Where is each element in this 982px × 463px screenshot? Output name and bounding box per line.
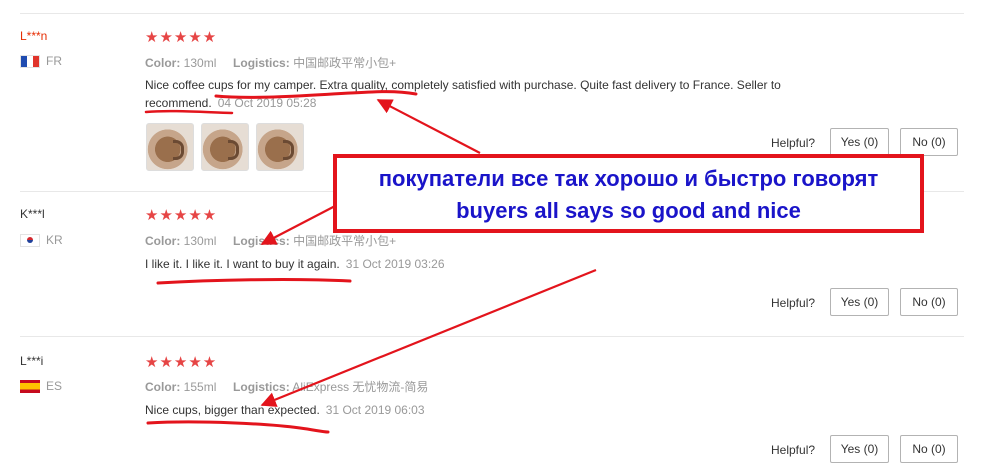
helpful-no-button[interactable]: No (0)	[900, 288, 958, 316]
color-label: Color:	[145, 234, 181, 248]
color-value: 155ml	[183, 380, 217, 394]
reviewer-name: K***l	[20, 207, 45, 221]
logistics-value: 中国邮政平常小包+	[293, 56, 397, 70]
logistics-value: 中国邮政平常小包+	[293, 234, 397, 248]
flag-es-icon	[20, 379, 40, 393]
helpful-yes-button[interactable]: Yes (0)	[830, 435, 889, 463]
logistics-value: AliExpress 无忧物流-简易	[292, 380, 429, 394]
review-meta: Color: 130ml Logistics: 中国邮政平常小包+	[145, 54, 396, 71]
color-label: Color:	[145, 56, 181, 70]
helpful-no-button[interactable]: No (0)	[900, 128, 958, 156]
helpful-yes-button[interactable]: Yes (0)	[830, 288, 889, 316]
color-label: Color:	[145, 380, 181, 394]
review-body: I like it. I like it. I want to buy it a…	[145, 257, 340, 271]
review-meta: Color: 155ml Logistics: AliExpress 无忧物流-…	[145, 378, 428, 395]
reviewer-country: FR	[20, 54, 62, 68]
review-photo-thumbnail[interactable]	[201, 123, 249, 171]
logistics-label: Logistics:	[233, 234, 290, 248]
divider	[20, 13, 964, 14]
helpful-no-button[interactable]: No (0)	[900, 435, 958, 463]
helpful-label: Helpful?	[771, 296, 816, 310]
annotation-underline	[156, 278, 352, 285]
review-date: 31 Oct 2019 03:26	[345, 257, 445, 271]
review-photo-thumbnail[interactable]	[146, 123, 194, 171]
star-rating: ★★★★★	[145, 354, 218, 371]
star-rating: ★★★★★	[145, 29, 218, 46]
review-date: 04 Oct 2019 05:28	[217, 96, 317, 110]
flag-kr-icon	[20, 233, 40, 247]
flag-fr-icon	[20, 54, 40, 68]
reviewer-country: KR	[20, 233, 63, 247]
country-code: ES	[46, 379, 63, 393]
reviewer-name: L***i	[20, 354, 44, 368]
color-value: 130ml	[183, 234, 217, 248]
reviewer-country: ES	[20, 379, 62, 393]
review-photo-thumbnail[interactable]	[256, 123, 304, 171]
annotation-callout: покупатели все так хорошо и быстро говор…	[333, 154, 924, 233]
callout-russian-text: покупатели все так хорошо и быстро говор…	[378, 166, 879, 191]
annotation-underline	[146, 420, 330, 434]
review-text: I like it. I like it. I want to buy it a…	[145, 255, 865, 273]
review-text: Nice cups, bigger than expected. 31 Oct 2…	[145, 401, 865, 419]
reviewer-name: L***n	[20, 29, 48, 43]
star-rating: ★★★★★	[145, 207, 218, 224]
color-value: 130ml	[183, 56, 217, 70]
review-meta: Color: 130ml Logistics: 中国邮政平常小包+	[145, 232, 396, 249]
logistics-label: Logistics:	[233, 56, 290, 70]
logistics-label: Logistics:	[233, 380, 290, 394]
callout-english-text: buyers all says so good and nice	[456, 198, 801, 223]
review-date: 31 Oct 2019 06:03	[325, 403, 425, 417]
country-code: FR	[46, 54, 62, 68]
review-body: Nice cups, bigger than expected.	[145, 403, 320, 417]
review-text: Nice coffee cups for my camper. Extra qu…	[145, 76, 865, 112]
helpful-label: Helpful?	[771, 136, 816, 150]
country-code: KR	[46, 233, 63, 247]
helpful-yes-button[interactable]: Yes (0)	[830, 128, 889, 156]
divider	[20, 336, 964, 337]
